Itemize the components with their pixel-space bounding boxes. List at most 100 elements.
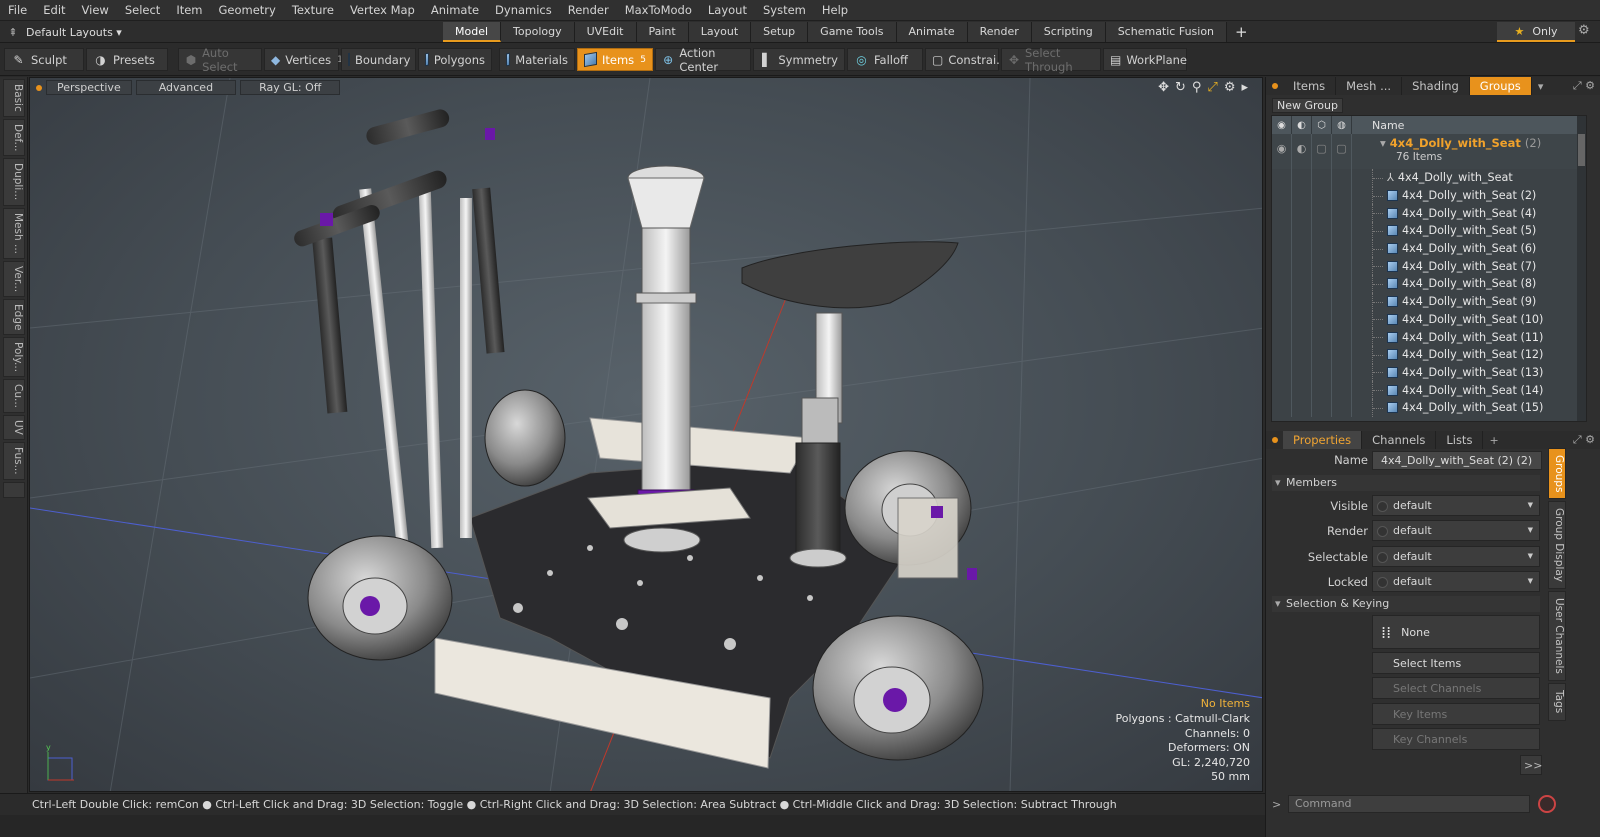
list-item[interactable]: ⅄ 4x4_Dolly_with_Seat [1272, 169, 1586, 187]
new-group-button[interactable]: New Group [1272, 98, 1343, 113]
menu-item[interactable]: Item [168, 0, 210, 21]
list-item[interactable]: 4x4_Dolly_with_Seat (14) [1272, 381, 1586, 399]
selectable-dropdown[interactable]: default [1372, 546, 1540, 567]
list-item[interactable]: 4x4_Dolly_with_Seat (7) [1272, 257, 1586, 276]
tab-properties[interactable]: Properties [1283, 431, 1363, 449]
tab-shading[interactable]: Shading [1402, 77, 1470, 95]
action-center-button[interactable]: ⊕ Action Center [655, 46, 751, 74]
left-tab-deform[interactable]: Def... [3, 118, 25, 157]
selection-keying-section[interactable]: Selection & Keying [1272, 596, 1540, 612]
visible-dropdown[interactable]: default [1372, 495, 1540, 516]
menu-texture[interactable]: Texture [284, 0, 342, 21]
group-render-icon[interactable]: ◐ [1292, 134, 1312, 169]
tab-render[interactable]: Render [967, 22, 1032, 42]
tree-scrollbar[interactable] [1577, 116, 1586, 421]
list-item[interactable]: 4x4_Dolly_with_Seat (12) [1272, 345, 1586, 364]
left-tab-curve[interactable]: Cu... [3, 379, 25, 414]
menu-animate[interactable]: Animate [423, 0, 487, 21]
tab-paint[interactable]: Paint [636, 22, 689, 42]
tab-uvedit[interactable]: UVEdit [574, 22, 637, 42]
locked-dropdown[interactable]: default [1372, 571, 1540, 592]
advanced-dropdown[interactable]: Advanced [135, 80, 237, 95]
add-tab-icon[interactable]: + [1227, 22, 1256, 42]
list-item[interactable]: 4x4_Dolly_with_Seat (10) [1272, 310, 1586, 329]
vertices-button[interactable]: ◆ Vertices 1 [264, 48, 343, 71]
lock-col-icon[interactable]: ◍ [1332, 116, 1352, 134]
list-item[interactable]: 4x4_Dolly_with_Seat (9) [1272, 292, 1586, 311]
viewport-expand-icon[interactable]: ▸ [1241, 80, 1248, 95]
list-item[interactable]: 4x4_Dolly_with_Seat (13) [1272, 363, 1586, 382]
menu-dynamics[interactable]: Dynamics [487, 0, 560, 21]
list-item[interactable]: 4x4_Dolly_with_Seat (8) [1272, 275, 1586, 293]
only-toggle[interactable]: ★ Only [1497, 22, 1575, 42]
visibility-col-icon[interactable]: ◉ [1272, 116, 1292, 134]
list-item[interactable]: 4x4_Dolly_with_Seat (2) [1272, 186, 1586, 205]
name-field[interactable]: 4x4_Dolly_with_Seat (2) (2) [1372, 451, 1542, 470]
list-item[interactable]: 4x4_Dolly_with_Seat (5) [1272, 222, 1586, 240]
select-channels-button[interactable]: Select Channels [1372, 677, 1540, 699]
left-tab-expand[interactable] [3, 481, 25, 498]
pan-icon[interactable]: ✥ [1158, 80, 1169, 95]
record-macro-icon[interactable] [1538, 795, 1556, 813]
items-button[interactable]: Items 5 [577, 48, 653, 71]
left-tab-edge[interactable]: Edge [3, 298, 25, 336]
menu-vertex-map[interactable]: Vertex Map [342, 0, 423, 21]
tab-setup[interactable]: Setup [751, 22, 809, 42]
zoom-icon[interactable]: ⚲ [1192, 80, 1202, 95]
props-menu-dot[interactable] [1272, 437, 1278, 443]
list-item[interactable]: 4x4_Dolly_with_Seat (4) [1272, 204, 1586, 223]
viewport-gear-icon[interactable]: ⚙ [1224, 80, 1236, 95]
render-col-icon[interactable]: ◐ [1292, 116, 1312, 134]
group-row[interactable]: ◉ ◐ ▢ ▢ ▾ 4x4_Dolly_with_Seat (2) 76 Ite… [1272, 134, 1586, 169]
side-tab-tags[interactable]: Tags [1548, 683, 1566, 721]
viewport-menu-dot[interactable] [36, 84, 42, 91]
sculpt-button[interactable]: ✎ Sculpt [4, 48, 84, 71]
tab-model[interactable]: Model [443, 22, 502, 42]
render-dropdown[interactable]: default [1372, 520, 1540, 541]
layout-selector[interactable]: ⇞ Default Layouts ▾ [0, 21, 140, 43]
workplane-button[interactable]: ▤ WorkPlane [1103, 48, 1187, 71]
tab-animate[interactable]: Animate [896, 22, 968, 42]
tab-layout[interactable]: Layout [688, 22, 752, 42]
group-expand-icon[interactable]: ▾ [1380, 136, 1390, 150]
menu-geometry[interactable]: Geometry [211, 0, 284, 21]
3d-viewport[interactable]: y Perspective Advanced Ray GL: Off ✥ ↻ ⚲… [29, 77, 1263, 792]
command-input[interactable]: Command [1288, 795, 1530, 813]
list-item[interactable]: 4x4_Dolly_with_Seat (11) [1272, 328, 1586, 346]
tab-scripting[interactable]: Scripting [1031, 22, 1106, 42]
group-select-icon[interactable]: ▢ [1312, 134, 1332, 169]
panel-menu-dot[interactable] [1272, 83, 1278, 89]
rotate-icon[interactable]: ↻ [1175, 80, 1186, 95]
menu-maxtomodo[interactable]: MaxToModo [617, 0, 700, 21]
left-tab-vertex[interactable]: Ver... [3, 260, 25, 297]
menu-view[interactable]: View [74, 0, 117, 21]
tab-game-tools[interactable]: Game Tools [808, 22, 897, 42]
symmetry-button[interactable]: ▌ Symmetry [753, 48, 845, 71]
left-tab-fusion[interactable]: Fus... [3, 442, 25, 480]
left-tab-polygon[interactable]: Poly... [3, 337, 25, 378]
group-eye-icon[interactable]: ◉ [1272, 134, 1292, 169]
members-section[interactable]: Members [1272, 475, 1540, 491]
select-through-button[interactable]: ✥ Select Through [1001, 46, 1101, 74]
menu-edit[interactable]: Edit [35, 0, 73, 21]
left-tab-basic[interactable]: Basic [3, 79, 25, 117]
select-items-button[interactable]: Select Items [1372, 652, 1540, 674]
none-button[interactable]: ⁞⁞ None [1372, 615, 1540, 649]
side-tab-user-channels[interactable]: User Channels [1548, 591, 1566, 682]
constrain-button[interactable]: ▢ Constrai... [925, 48, 1007, 71]
side-tab-group-display[interactable]: Group Display [1548, 501, 1566, 590]
gear-icon[interactable]: ⚙ [1578, 23, 1590, 38]
left-tab-mesh[interactable]: Mesh ... [3, 207, 25, 259]
props-expand-icon[interactable]: ⤢ ⚙ [1573, 433, 1595, 447]
key-channels-button[interactable]: Key Channels [1372, 728, 1540, 750]
add-prop-tab-icon[interactable]: + [1489, 434, 1498, 447]
panel-expand-icon[interactable]: ⤢ ⚙ [1573, 79, 1595, 93]
boundary-button[interactable]: Boundary [341, 48, 416, 71]
tab-lists[interactable]: Lists [1436, 431, 1484, 449]
menu-render[interactable]: Render [560, 0, 617, 21]
tab-items[interactable]: Items [1283, 77, 1337, 95]
tab-channels[interactable]: Channels [1362, 431, 1437, 449]
falloff-button[interactable]: ◎ Falloff [847, 48, 923, 71]
menu-layout[interactable]: Layout [700, 0, 755, 21]
presets-button[interactable]: ◑ Presets [86, 48, 168, 71]
